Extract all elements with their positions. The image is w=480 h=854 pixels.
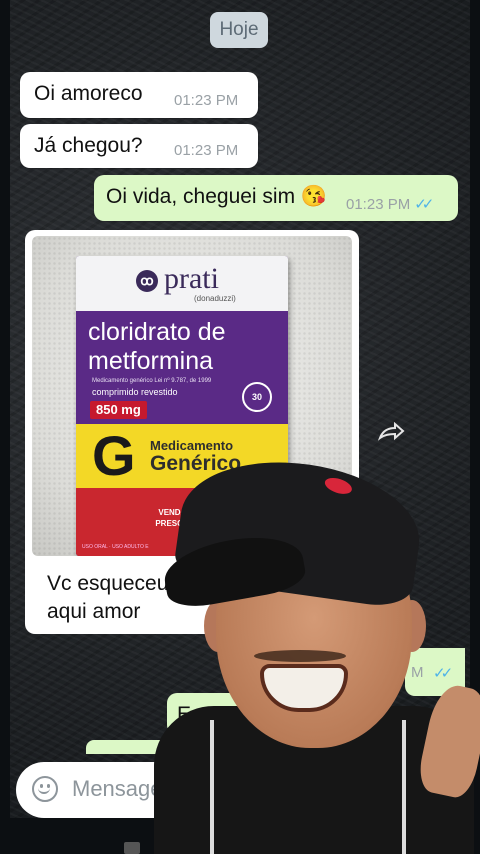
dose-badge: 850 mg bbox=[90, 401, 147, 419]
message-time: 01:23 PM bbox=[174, 92, 239, 109]
brand-sub: (donaduzzi) bbox=[194, 294, 236, 303]
message-incoming[interactable]: Oi amoreco 01:23 PM bbox=[20, 72, 258, 118]
box-header: ꝏ prati (donaduzzi) bbox=[76, 256, 288, 311]
read-ticks-icon: ✓✓ bbox=[414, 196, 434, 213]
drug-form: comprimido revestido bbox=[92, 387, 178, 397]
quantity-badge: 30 bbox=[242, 382, 272, 412]
drug-info: Medicamento genérico Lei nº 9.787, de 19… bbox=[92, 378, 212, 384]
mustache bbox=[254, 650, 346, 662]
generic-letter: G bbox=[92, 424, 136, 487]
hand bbox=[415, 681, 480, 801]
cap-logo-icon bbox=[322, 474, 354, 497]
reaction-person-overlay bbox=[150, 450, 480, 854]
shirt-stripe bbox=[402, 720, 406, 854]
message-text: Oi vida, cheguei sim 😘 bbox=[106, 185, 328, 208]
date-chip: Hoje bbox=[210, 12, 268, 48]
brand-name: prati bbox=[164, 262, 219, 295]
drug-name-line2: metformina bbox=[88, 347, 214, 375]
message-time: 01:23 PM bbox=[174, 142, 239, 159]
box-footer: USO ORAL · USO ADULTO E bbox=[82, 544, 149, 550]
brand-logo-icon: ꝏ bbox=[136, 270, 158, 292]
home-indicator[interactable] bbox=[124, 842, 140, 854]
date-chip-label: Hoje bbox=[219, 19, 259, 40]
message-outgoing[interactable]: Oi vida, cheguei sim 😘 01:23 PM ✓✓ bbox=[94, 175, 458, 221]
shirt-stripe bbox=[210, 720, 214, 854]
drug-name: cloridrato de metformina bbox=[88, 318, 226, 376]
message-time: 01:23 PM bbox=[346, 196, 411, 213]
message-status: 01:23 PM ✓✓ bbox=[346, 195, 434, 213]
message-text: Oi amoreco bbox=[34, 82, 143, 105]
message-text: Já chegou? bbox=[34, 134, 143, 157]
message-input[interactable]: Mensage bbox=[72, 776, 163, 802]
message-incoming[interactable]: Já chegou? 01:23 PM bbox=[20, 124, 258, 168]
forward-icon[interactable] bbox=[374, 418, 408, 448]
drug-name-line1: cloridrato de bbox=[88, 318, 226, 346]
